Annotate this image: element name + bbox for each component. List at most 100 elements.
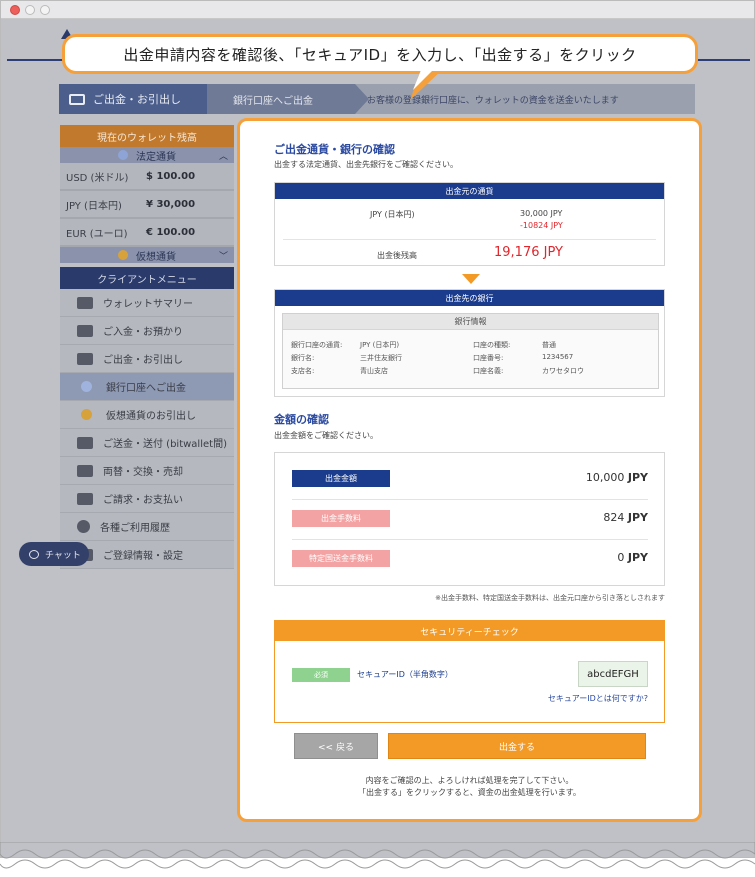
account-type-label: 口座の種類: <box>473 341 511 349</box>
client-menu-header: クライアントメニュー <box>60 267 234 289</box>
menu-item-bank-withdraw[interactable]: 銀行口座へご出金 <box>60 373 234 401</box>
chevron-up-icon: ︿ <box>218 151 228 162</box>
crypto-currency-toggle[interactable]: 仮想通貨 ﹀ <box>60 247 234 263</box>
transfer-icon <box>77 436 93 449</box>
bank-info-box: 銀行情報 銀行口座の通貨: JPY (日本円) 銀行名: 三井住友銀行 支店名:… <box>282 313 659 389</box>
menu-item-wallet-summary[interactable]: ウォレットサマリー <box>60 289 234 317</box>
withdraw-confirmation-panel: ご出金通貨・銀行の確認 出金する法定通貨、出金先銀行をご確認ください。 出金元の… <box>237 118 702 822</box>
breadcrumb-step-bank[interactable]: 銀行口座へご出金 <box>207 84 369 114</box>
menu-item-history[interactable]: 各種ご利用履歴 <box>60 513 234 541</box>
history-icon <box>77 520 90 533</box>
secure-id-input[interactable]: abcdEFGH <box>578 661 648 687</box>
bank-coin-icon <box>81 381 92 392</box>
arrow-down-icon <box>462 274 480 284</box>
chat-button-label: チャット <box>45 550 81 561</box>
breadcrumb-step-withdraw[interactable]: ご出金・お引出し <box>59 84 221 114</box>
menu-item-crypto-withdraw[interactable]: 仮想通貨のお引出し <box>60 401 234 429</box>
destination-bank-header: 出金先の銀行 <box>275 290 664 306</box>
after-balance-value: 19,176 JPY <box>494 245 563 260</box>
back-button[interactable]: << 戻る <box>294 733 378 759</box>
secure-id-help-link[interactable]: セキュアーIDとは何ですか? <box>548 693 648 704</box>
amount-divider <box>292 499 648 500</box>
menu-item-exchange[interactable]: 両替・交換・売却 <box>60 457 234 485</box>
balance-row: JPY (日本円) ¥ 30,000 <box>60 191 234 219</box>
source-deduction: -10824 JPY <box>520 221 563 230</box>
source-divider <box>283 239 656 240</box>
required-badge: 必須 <box>292 668 350 682</box>
wallet-icon <box>69 93 85 105</box>
breadcrumb: ご出金・お引出し 銀行口座へご出金 お客様の登録銀行口座に、ウォレットの資金を送… <box>59 84 695 114</box>
withdraw-fee-label: 出金手数料 <box>292 510 390 527</box>
amount-title: 金額の確認 <box>274 413 329 426</box>
fiat-currency-toggle[interactable]: 法定通貨 ︿ <box>60 147 234 163</box>
torn-edge-decoration <box>0 842 755 869</box>
balance-currency: JPY (日本円) <box>66 200 122 212</box>
withdraw-submit-button[interactable]: 出金する <box>388 733 646 759</box>
bank-name-value: 三井住友銀行 <box>360 354 402 362</box>
balance-currency: EUR (ユーロ) <box>66 228 128 240</box>
menu-item-label: 銀行口座へご出金 <box>106 383 186 394</box>
fiat-currency-label: 法定通貨 <box>136 151 176 163</box>
maximize-window-icon[interactable] <box>40 5 50 15</box>
bank-currency-value: JPY (日本円) <box>360 341 400 349</box>
currency-bank-title: ご出金通貨・銀行の確認 <box>274 143 395 156</box>
after-balance-label: 出金後残高 <box>377 251 417 260</box>
bank-branch-label: 支店名: <box>291 367 315 375</box>
balance-currency: USD (米ドル) <box>66 172 129 184</box>
source-currency-box: 出金元の通貨 JPY (日本円) 30,000 JPY -10824 JPY 出… <box>274 182 665 266</box>
security-check-box: セキュリティーチェック 必須 セキュアーID（半角数字） abcdEFGH セキ… <box>274 620 665 723</box>
bank-name-label: 銀行名: <box>291 354 315 362</box>
amount-number: 10,000 <box>585 471 625 484</box>
instruction-callout: 出金申請内容を確認後、「セキュアID」を入力し、「出金する」をクリック <box>62 34 698 74</box>
withdraw-amount-value: 10,000 JPY <box>586 471 648 484</box>
wallet-icon <box>77 296 93 309</box>
bank-branch-value: 青山支店 <box>360 367 388 375</box>
amount-unit: JPY <box>627 551 648 564</box>
country-fee-value: 0 JPY <box>617 551 648 564</box>
chevron-down-icon: ﹀ <box>218 251 228 262</box>
withdraw-icon <box>77 352 93 365</box>
menu-item-label: 各種ご利用履歴 <box>100 523 170 534</box>
minimize-window-icon[interactable] <box>25 5 35 15</box>
crypto-coin-icon <box>81 409 92 420</box>
source-currency-header: 出金元の通貨 <box>275 183 664 199</box>
crypto-currency-label: 仮想通貨 <box>136 251 176 263</box>
window-titlebar <box>1 1 754 19</box>
balance-row: EUR (ユーロ) € 100.00 <box>60 219 234 247</box>
amount-unit: JPY <box>627 471 648 484</box>
menu-item-label: ご出金・お引出し <box>103 355 183 366</box>
footer-note-line2: 「出金する」をクリックすると、資金の出金処理を行います。 <box>358 788 581 797</box>
amount-number: 0 <box>617 551 625 564</box>
close-window-icon[interactable] <box>10 5 20 15</box>
deposit-icon <box>77 324 93 337</box>
bank-info-header: 銀行情報 <box>283 314 658 330</box>
chat-button[interactable]: チャット <box>19 542 89 566</box>
country-fee-label: 特定国送金手数料 <box>292 550 390 567</box>
invoice-icon <box>77 492 93 505</box>
menu-item-invoice[interactable]: ご請求・お支払い <box>60 485 234 513</box>
menu-item-label: ご請求・お支払い <box>103 495 183 506</box>
source-currency-name: JPY (日本円) <box>370 210 415 219</box>
breadcrumb-step-label: 銀行口座へご出金 <box>233 95 313 107</box>
fiat-coin-icon <box>118 150 128 160</box>
security-check-header: セキュリティーチェック <box>275 621 664 641</box>
exchange-icon <box>77 464 93 477</box>
wallet-balance-header: 現在のウォレット残高 <box>60 125 234 147</box>
bank-info-wrapper: 銀行情報 銀行口座の通貨: JPY (日本円) 銀行名: 三井住友銀行 支店名:… <box>275 306 664 398</box>
amount-subtitle: 出金金額をご確認ください。 <box>274 431 378 440</box>
menu-item-transfer[interactable]: ご送金・送付 (bitwallet間) <box>60 429 234 457</box>
account-holder-value: カワセタロウ <box>542 367 584 375</box>
destination-bank-box: 出金先の銀行 銀行情報 銀行口座の通貨: JPY (日本円) 銀行名: 三井住友… <box>274 289 665 397</box>
menu-item-label: 両替・交換・売却 <box>103 467 183 478</box>
menu-item-withdraw[interactable]: ご出金・お引出し <box>60 345 234 373</box>
withdraw-fee-value: 824 JPY <box>603 511 648 524</box>
balance-amount: ¥ 30,000 <box>146 198 196 210</box>
crypto-coin-icon <box>118 250 128 260</box>
source-balance: 30,000 JPY <box>520 209 563 218</box>
breadcrumb-step-label: ご出金・お引出し <box>93 93 181 106</box>
currency-bank-subtitle: 出金する法定通貨、出金先銀行をご確認ください。 <box>274 160 458 169</box>
amount-number: 824 <box>603 511 625 524</box>
menu-item-deposit[interactable]: ご入金・お預かり <box>60 317 234 345</box>
withdraw-amount-label: 出金金額 <box>292 470 390 487</box>
account-number-value: 1234567 <box>542 353 574 361</box>
